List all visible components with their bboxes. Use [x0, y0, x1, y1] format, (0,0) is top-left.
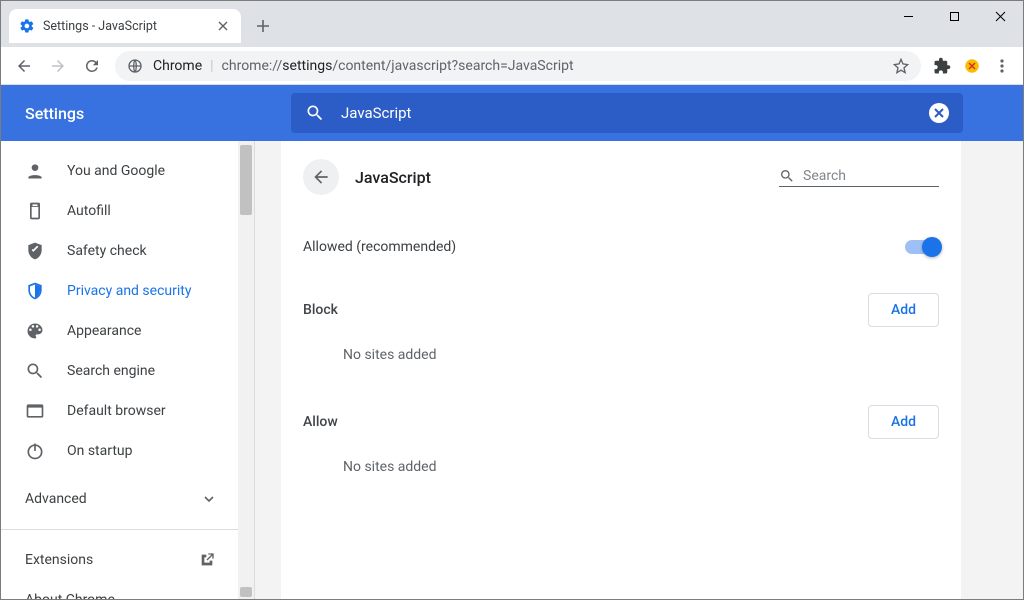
advanced-label: Advanced: [25, 491, 87, 507]
javascript-allowed-toggle[interactable]: [905, 240, 939, 254]
tab-title: Settings - JavaScript: [43, 19, 157, 34]
sidebar-advanced[interactable]: Advanced: [1, 479, 239, 519]
maximize-button[interactable]: [931, 1, 977, 31]
person-icon: [25, 161, 45, 181]
allow-add-button[interactable]: Add: [868, 405, 939, 439]
shield-check-icon: [25, 241, 45, 261]
omnibox-url: chrome://settings/content/javascript?sea…: [222, 58, 574, 74]
settings-search-box[interactable]: JavaScript: [291, 93, 963, 133]
allowed-label: Allowed (recommended): [303, 239, 456, 255]
back-to-content-button[interactable]: [303, 159, 339, 195]
sidebar-item-label: Appearance: [67, 323, 141, 339]
sidebar-item-appearance[interactable]: Appearance: [1, 311, 239, 351]
allowed-toggle-row: Allowed (recommended): [303, 223, 939, 271]
sidebar-item-privacy-security[interactable]: Privacy and security: [1, 271, 239, 311]
about-chrome-label: About Chrome: [25, 592, 115, 599]
shield-icon: [25, 281, 45, 301]
sidebar-item-label: You and Google: [67, 163, 165, 179]
new-tab-button[interactable]: [249, 12, 277, 40]
page-title: JavaScript: [355, 168, 431, 187]
sidebar-item-on-startup[interactable]: On startup: [1, 431, 239, 471]
open-external-icon: [199, 552, 215, 568]
clipboard-icon: [25, 201, 45, 221]
sidebar-item-label: Search engine: [67, 363, 155, 379]
settings-content-area: JavaScript Search Allowed (recommended) …: [255, 141, 1023, 599]
sidebar-item-safety-check[interactable]: Safety check: [1, 231, 239, 271]
block-heading: Block: [303, 302, 338, 318]
omnibox-chrome-label: Chrome: [153, 58, 202, 74]
tab-strip: Settings - JavaScript: [1, 1, 1023, 47]
power-icon: [25, 441, 45, 461]
bookmark-star-icon[interactable]: [893, 58, 909, 74]
sidebar-extensions[interactable]: Extensions: [1, 540, 239, 580]
address-bar[interactable]: Chrome | chrome://settings/content/javas…: [115, 51, 921, 81]
allow-section-header: Allow Add: [303, 405, 939, 439]
window-controls: [885, 1, 1023, 31]
browser-window-icon: [25, 401, 45, 421]
browser-toolbar: Chrome | chrome://settings/content/javas…: [1, 47, 1023, 85]
back-button[interactable]: [7, 51, 41, 81]
sidebar-item-you-and-google[interactable]: You and Google: [1, 151, 239, 191]
sidebar-item-search-engine[interactable]: Search engine: [1, 351, 239, 391]
search-icon: [305, 103, 325, 123]
sidebar-item-label: Privacy and security: [67, 283, 191, 299]
extension-icon[interactable]: [957, 51, 987, 81]
block-section-header: Block Add: [303, 293, 939, 327]
sidebar-about-chrome[interactable]: About Chrome: [1, 580, 239, 599]
sidebar-item-label: Default browser: [67, 403, 166, 419]
sidebar-item-default-browser[interactable]: Default browser: [1, 391, 239, 431]
extensions-label: Extensions: [25, 552, 93, 568]
search-icon: [779, 168, 795, 184]
settings-search-value: JavaScript: [341, 104, 929, 122]
chrome-menu-icon[interactable]: [987, 51, 1017, 81]
sidebar-item-label: Safety check: [67, 243, 147, 259]
browser-window: Settings - JavaScript Chrome | chrome://…: [0, 0, 1024, 600]
content-search-input[interactable]: Search: [779, 168, 939, 187]
settings-header: Settings JavaScript: [1, 85, 1023, 141]
clear-search-icon[interactable]: [929, 103, 949, 123]
site-info-icon[interactable]: [127, 58, 143, 74]
settings-sidebar: You and Google Autofill Safety check Pri…: [1, 141, 255, 599]
sidebar-item-label: On startup: [67, 443, 133, 459]
settings-title: Settings: [25, 104, 84, 123]
reload-button[interactable]: [75, 51, 109, 81]
chevron-down-icon: [203, 493, 215, 505]
extensions-puzzle-icon[interactable]: [927, 51, 957, 81]
palette-icon: [25, 321, 45, 341]
close-tab-icon[interactable]: [215, 18, 231, 34]
close-window-button[interactable]: [977, 1, 1023, 31]
block-add-button[interactable]: Add: [868, 293, 939, 327]
scrollbar[interactable]: [238, 141, 254, 599]
settings-body: You and Google Autofill Safety check Pri…: [1, 141, 1023, 599]
sidebar-item-label: Autofill: [67, 203, 111, 219]
browser-tab[interactable]: Settings - JavaScript: [9, 9, 241, 43]
search-icon: [25, 361, 45, 381]
block-empty-text: No sites added: [303, 327, 939, 369]
search-placeholder: Search: [803, 168, 846, 184]
divider: [1, 529, 239, 530]
javascript-settings-card: JavaScript Search Allowed (recommended) …: [281, 141, 961, 599]
allow-empty-text: No sites added: [303, 439, 939, 481]
minimize-button[interactable]: [885, 1, 931, 31]
allow-heading: Allow: [303, 414, 338, 430]
sidebar-item-autofill[interactable]: Autofill: [1, 191, 239, 231]
gear-icon: [19, 18, 35, 34]
forward-button[interactable]: [41, 51, 75, 81]
